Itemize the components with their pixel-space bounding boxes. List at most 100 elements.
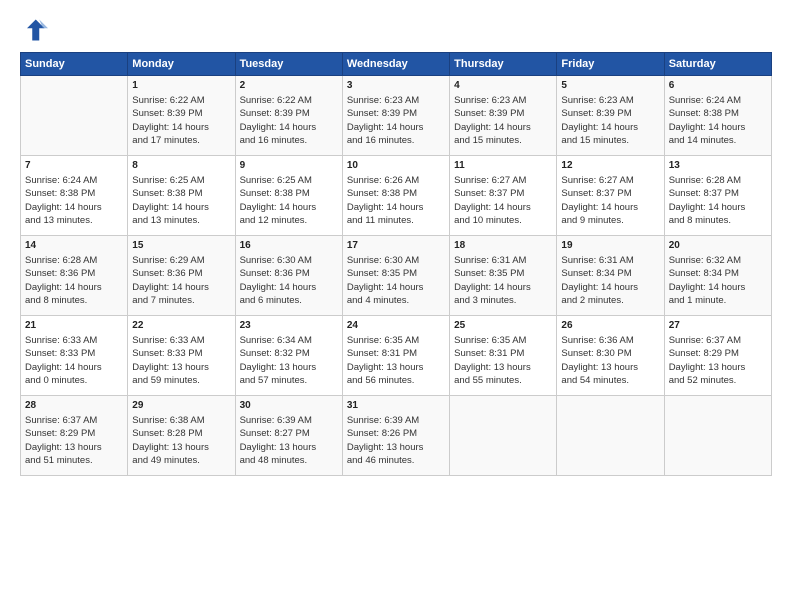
day-number: 23 [240,319,338,333]
col-header-tuesday: Tuesday [235,53,342,76]
day-number: 20 [669,239,767,253]
day-number: 3 [347,79,445,93]
day-cell: 13Sunrise: 6:28 AM Sunset: 8:37 PM Dayli… [664,156,771,236]
week-row-4: 21Sunrise: 6:33 AM Sunset: 8:33 PM Dayli… [21,316,772,396]
day-cell: 16Sunrise: 6:30 AM Sunset: 8:36 PM Dayli… [235,236,342,316]
col-header-sunday: Sunday [21,53,128,76]
col-header-monday: Monday [128,53,235,76]
week-row-1: 1Sunrise: 6:22 AM Sunset: 8:39 PM Daylig… [21,76,772,156]
day-info: Sunrise: 6:33 AM Sunset: 8:33 PM Dayligh… [25,334,123,387]
day-info: Sunrise: 6:38 AM Sunset: 8:28 PM Dayligh… [132,414,230,467]
day-number: 8 [132,159,230,173]
day-number: 10 [347,159,445,173]
day-number: 1 [132,79,230,93]
day-number: 18 [454,239,552,253]
col-header-saturday: Saturday [664,53,771,76]
day-number: 29 [132,399,230,413]
day-cell: 12Sunrise: 6:27 AM Sunset: 8:37 PM Dayli… [557,156,664,236]
day-cell: 11Sunrise: 6:27 AM Sunset: 8:37 PM Dayli… [450,156,557,236]
day-cell: 8Sunrise: 6:25 AM Sunset: 8:38 PM Daylig… [128,156,235,236]
col-header-friday: Friday [557,53,664,76]
day-info: Sunrise: 6:35 AM Sunset: 8:31 PM Dayligh… [454,334,552,387]
day-number: 25 [454,319,552,333]
day-number: 13 [669,159,767,173]
day-cell: 2Sunrise: 6:22 AM Sunset: 8:39 PM Daylig… [235,76,342,156]
logo [20,16,52,44]
day-number: 12 [561,159,659,173]
day-cell: 27Sunrise: 6:37 AM Sunset: 8:29 PM Dayli… [664,316,771,396]
day-number: 21 [25,319,123,333]
logo-icon [20,16,48,44]
day-cell [450,396,557,476]
day-cell: 28Sunrise: 6:37 AM Sunset: 8:29 PM Dayli… [21,396,128,476]
day-info: Sunrise: 6:30 AM Sunset: 8:35 PM Dayligh… [347,254,445,307]
day-info: Sunrise: 6:39 AM Sunset: 8:26 PM Dayligh… [347,414,445,467]
day-cell: 18Sunrise: 6:31 AM Sunset: 8:35 PM Dayli… [450,236,557,316]
page-header [20,16,772,44]
day-info: Sunrise: 6:22 AM Sunset: 8:39 PM Dayligh… [132,94,230,147]
day-number: 22 [132,319,230,333]
day-number: 9 [240,159,338,173]
day-cell: 15Sunrise: 6:29 AM Sunset: 8:36 PM Dayli… [128,236,235,316]
day-info: Sunrise: 6:37 AM Sunset: 8:29 PM Dayligh… [25,414,123,467]
day-info: Sunrise: 6:22 AM Sunset: 8:39 PM Dayligh… [240,94,338,147]
day-number: 14 [25,239,123,253]
col-header-thursday: Thursday [450,53,557,76]
day-number: 11 [454,159,552,173]
day-number: 27 [669,319,767,333]
day-info: Sunrise: 6:27 AM Sunset: 8:37 PM Dayligh… [454,174,552,227]
day-cell: 30Sunrise: 6:39 AM Sunset: 8:27 PM Dayli… [235,396,342,476]
day-info: Sunrise: 6:23 AM Sunset: 8:39 PM Dayligh… [561,94,659,147]
day-cell [21,76,128,156]
day-cell: 26Sunrise: 6:36 AM Sunset: 8:30 PM Dayli… [557,316,664,396]
day-cell: 29Sunrise: 6:38 AM Sunset: 8:28 PM Dayli… [128,396,235,476]
day-info: Sunrise: 6:29 AM Sunset: 8:36 PM Dayligh… [132,254,230,307]
day-number: 16 [240,239,338,253]
day-number: 2 [240,79,338,93]
day-info: Sunrise: 6:28 AM Sunset: 8:37 PM Dayligh… [669,174,767,227]
day-cell: 1Sunrise: 6:22 AM Sunset: 8:39 PM Daylig… [128,76,235,156]
day-info: Sunrise: 6:24 AM Sunset: 8:38 PM Dayligh… [669,94,767,147]
day-cell: 20Sunrise: 6:32 AM Sunset: 8:34 PM Dayli… [664,236,771,316]
day-info: Sunrise: 6:27 AM Sunset: 8:37 PM Dayligh… [561,174,659,227]
day-number: 26 [561,319,659,333]
day-cell: 14Sunrise: 6:28 AM Sunset: 8:36 PM Dayli… [21,236,128,316]
col-header-wednesday: Wednesday [342,53,449,76]
day-info: Sunrise: 6:26 AM Sunset: 8:38 PM Dayligh… [347,174,445,227]
day-cell: 17Sunrise: 6:30 AM Sunset: 8:35 PM Dayli… [342,236,449,316]
day-info: Sunrise: 6:24 AM Sunset: 8:38 PM Dayligh… [25,174,123,227]
day-number: 19 [561,239,659,253]
day-info: Sunrise: 6:34 AM Sunset: 8:32 PM Dayligh… [240,334,338,387]
day-number: 7 [25,159,123,173]
day-cell: 24Sunrise: 6:35 AM Sunset: 8:31 PM Dayli… [342,316,449,396]
day-number: 15 [132,239,230,253]
day-cell: 21Sunrise: 6:33 AM Sunset: 8:33 PM Dayli… [21,316,128,396]
day-cell: 5Sunrise: 6:23 AM Sunset: 8:39 PM Daylig… [557,76,664,156]
day-number: 31 [347,399,445,413]
day-number: 6 [669,79,767,93]
day-info: Sunrise: 6:30 AM Sunset: 8:36 PM Dayligh… [240,254,338,307]
day-number: 28 [25,399,123,413]
day-info: Sunrise: 6:35 AM Sunset: 8:31 PM Dayligh… [347,334,445,387]
calendar-table: SundayMondayTuesdayWednesdayThursdayFrid… [20,52,772,476]
day-info: Sunrise: 6:37 AM Sunset: 8:29 PM Dayligh… [669,334,767,387]
day-number: 30 [240,399,338,413]
day-cell: 7Sunrise: 6:24 AM Sunset: 8:38 PM Daylig… [21,156,128,236]
day-cell [557,396,664,476]
day-info: Sunrise: 6:39 AM Sunset: 8:27 PM Dayligh… [240,414,338,467]
day-number: 17 [347,239,445,253]
week-row-2: 7Sunrise: 6:24 AM Sunset: 8:38 PM Daylig… [21,156,772,236]
day-cell: 31Sunrise: 6:39 AM Sunset: 8:26 PM Dayli… [342,396,449,476]
calendar-header-row: SundayMondayTuesdayWednesdayThursdayFrid… [21,53,772,76]
week-row-3: 14Sunrise: 6:28 AM Sunset: 8:36 PM Dayli… [21,236,772,316]
day-number: 4 [454,79,552,93]
day-number: 5 [561,79,659,93]
day-number: 24 [347,319,445,333]
day-cell [664,396,771,476]
day-cell: 10Sunrise: 6:26 AM Sunset: 8:38 PM Dayli… [342,156,449,236]
day-info: Sunrise: 6:28 AM Sunset: 8:36 PM Dayligh… [25,254,123,307]
day-info: Sunrise: 6:23 AM Sunset: 8:39 PM Dayligh… [454,94,552,147]
day-cell: 3Sunrise: 6:23 AM Sunset: 8:39 PM Daylig… [342,76,449,156]
day-cell: 6Sunrise: 6:24 AM Sunset: 8:38 PM Daylig… [664,76,771,156]
day-info: Sunrise: 6:31 AM Sunset: 8:35 PM Dayligh… [454,254,552,307]
